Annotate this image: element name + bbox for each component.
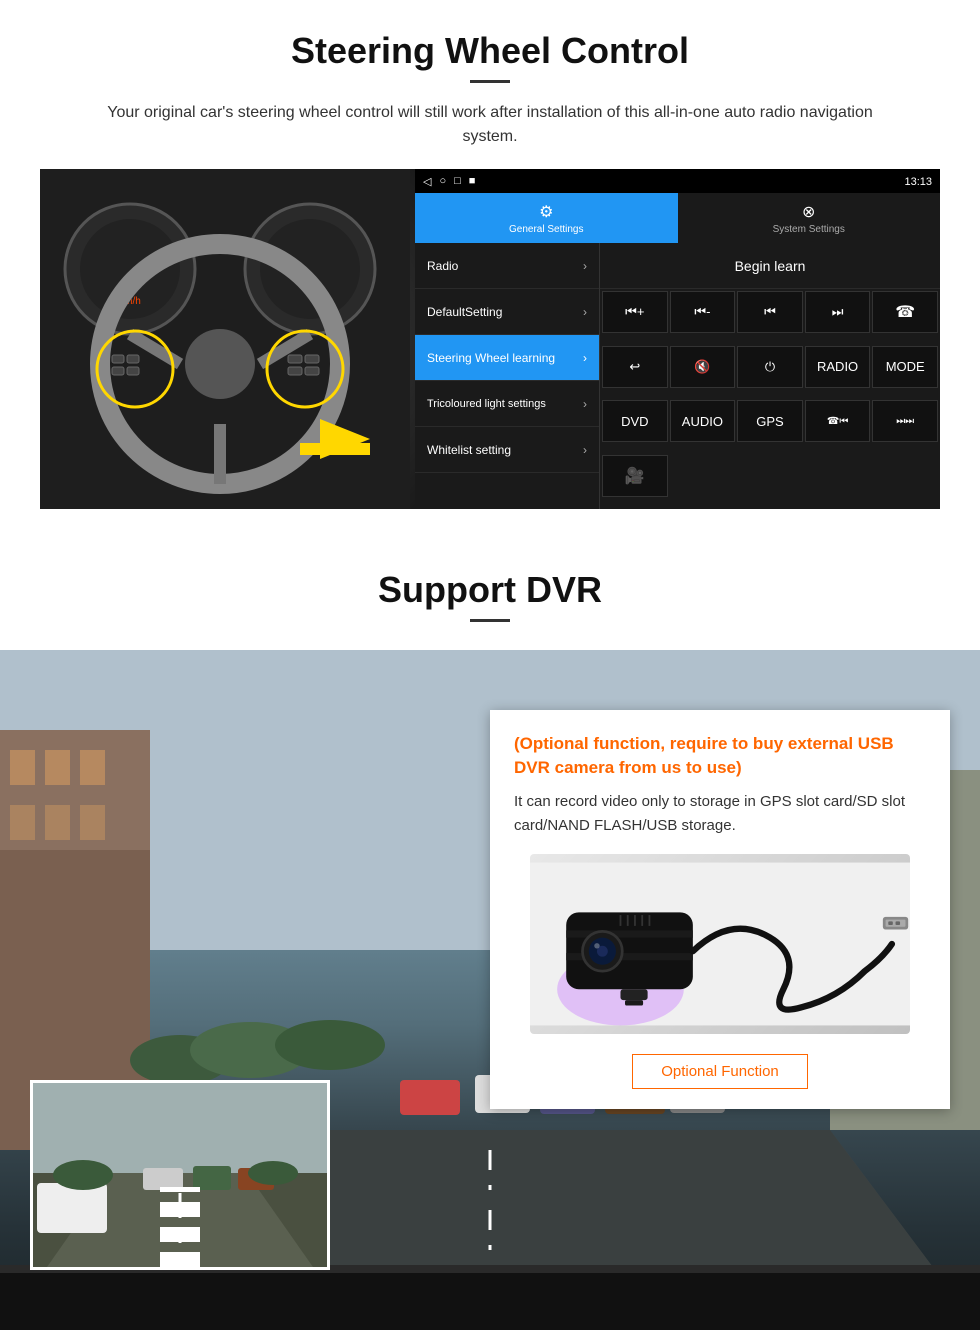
steering-bg: km/h: [40, 169, 415, 509]
gear-icon: ⚙: [539, 202, 553, 222]
nav-buttons: ◁ ○ □ ■: [423, 175, 475, 188]
dvr-title-divider: [470, 619, 510, 622]
steering-description: Your original car's steering wheel contr…: [80, 101, 900, 149]
menu-btn[interactable]: ■: [469, 175, 476, 188]
begin-learn-button[interactable]: Begin learn: [735, 258, 806, 274]
dvr-section: Support DVR: [0, 549, 980, 1330]
chevron-icon: ›: [583, 397, 587, 411]
dvr-header: Support DVR: [0, 549, 980, 650]
chevron-icon: ›: [583, 259, 587, 273]
menu-item-tricoloured[interactable]: Tricoloured light settings ›: [415, 381, 599, 427]
steering-visual: km/h: [40, 169, 940, 509]
dvr-camera-illustration: [514, 854, 926, 1034]
title-divider: [470, 80, 510, 83]
steering-wheel-svg: km/h: [40, 169, 410, 509]
android-statusbar: ◁ ○ □ ■ 13:13: [415, 169, 940, 193]
ctrl-vol-down[interactable]: ⏮-: [670, 291, 736, 333]
system-icon: ⊗: [802, 202, 815, 222]
thumbnail-svg: [33, 1083, 327, 1267]
menu-item-radio[interactable]: Radio ›: [415, 243, 599, 289]
tab-system-settings[interactable]: ⊗ System Settings: [678, 193, 941, 243]
menu-item-steering-wheel[interactable]: Steering Wheel learning ›: [415, 335, 599, 381]
android-right-panel: Begin learn ⏮+ ⏮- ⏮ ⏭ ☎ ↩ 🔇 ⏻ RADIO MODE: [600, 243, 940, 509]
ctrl-mode[interactable]: MODE: [872, 346, 938, 388]
ctrl-dvd[interactable]: DVD: [602, 400, 668, 442]
begin-learn-row: Begin learn: [600, 243, 940, 289]
dvr-info-card: (Optional function, require to buy exter…: [490, 710, 950, 1109]
chevron-icon: ›: [583, 351, 587, 365]
steering-wheel-image: km/h: [40, 169, 415, 509]
ctrl-skip[interactable]: ⏭⏭: [872, 400, 938, 442]
control-grid: ⏮+ ⏮- ⏮ ⏭ ☎ ↩ 🔇 ⏻ RADIO MODE DVD AUDIO G…: [600, 289, 940, 509]
ctrl-phone-track[interactable]: ☎⏮: [805, 400, 871, 442]
ctrl-mute[interactable]: 🔇: [670, 346, 736, 388]
ctrl-next[interactable]: ⏭: [805, 291, 871, 333]
android-tabs: ⚙ General Settings ⊗ System Settings: [415, 193, 940, 243]
chevron-icon: ›: [583, 305, 587, 319]
ctrl-gps[interactable]: GPS: [737, 400, 803, 442]
menu-item-default-setting[interactable]: DefaultSetting ›: [415, 289, 599, 335]
page-title: Steering Wheel Control: [40, 30, 940, 72]
time-display: 13:13: [904, 176, 932, 188]
ctrl-power[interactable]: ⏻: [737, 346, 803, 388]
chevron-icon: ›: [583, 443, 587, 457]
ctrl-radio[interactable]: RADIO: [805, 346, 871, 388]
recent-btn[interactable]: □: [454, 175, 461, 188]
ctrl-hangup[interactable]: ↩: [602, 346, 668, 388]
ctrl-audio[interactable]: AUDIO: [670, 400, 736, 442]
tab-general-settings[interactable]: ⚙ General Settings: [415, 193, 678, 243]
android-panel: ◁ ○ □ ■ 13:13 ⚙ General Settings ⊗ Syste…: [415, 169, 940, 509]
dvr-description: It can record video only to storage in G…: [514, 790, 926, 838]
status-icons: 13:13: [904, 172, 932, 190]
camera-placeholder: [530, 854, 910, 1034]
ctrl-prev[interactable]: ⏮: [737, 291, 803, 333]
home-btn[interactable]: ○: [439, 175, 446, 188]
dvr-background: (Optional function, require to buy exter…: [0, 650, 980, 1330]
menu-item-whitelist[interactable]: Whitelist setting ›: [415, 427, 599, 473]
ctrl-vol-up[interactable]: ⏮+: [602, 291, 668, 333]
optional-function-row: Optional Function: [514, 1054, 926, 1089]
dvr-title: Support DVR: [0, 569, 980, 611]
ctrl-dvr[interactable]: 🎥: [602, 455, 668, 497]
ctrl-phone[interactable]: ☎: [872, 291, 938, 333]
dvr-optional-note: (Optional function, require to buy exter…: [514, 732, 926, 780]
dvr-camera-svg: [530, 854, 910, 1034]
back-btn[interactable]: ◁: [423, 175, 431, 188]
thumbnail-inner: [33, 1083, 327, 1267]
steering-section: Steering Wheel Control Your original car…: [0, 0, 980, 529]
android-menu: Radio › DefaultSetting › Steering Wheel …: [415, 243, 940, 509]
dvr-thumbnail: [30, 1080, 330, 1270]
optional-function-button[interactable]: Optional Function: [632, 1054, 808, 1089]
android-menu-list: Radio › DefaultSetting › Steering Wheel …: [415, 243, 600, 509]
